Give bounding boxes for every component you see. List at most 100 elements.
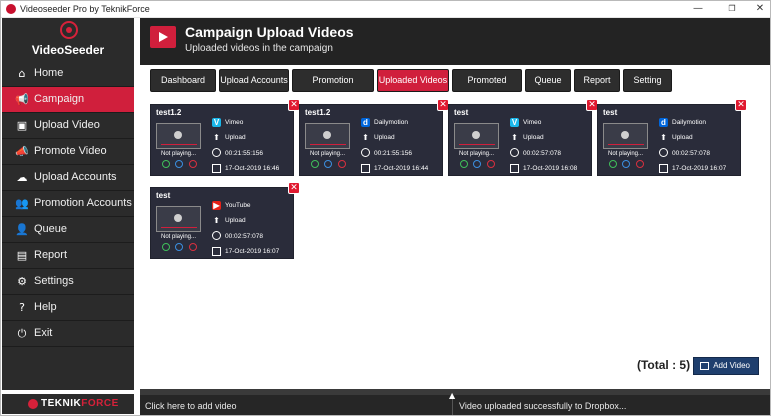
playback-status: Not playing... <box>160 234 197 240</box>
sidebar-item-promote-video[interactable]: 📣 Promote Video <box>2 139 134 165</box>
tab-queue[interactable]: Queue <box>525 69 571 92</box>
remove-video-button[interactable]: ✕ <box>288 182 300 194</box>
main-content: Dashboard Upload Accounts Promotion Accoun… <box>140 65 770 388</box>
calendar-icon <box>212 247 221 256</box>
status-bar: Click here to add video ▲ Video uploaded… <box>140 391 770 415</box>
clock-icon <box>212 148 221 157</box>
stop-icon[interactable] <box>189 160 197 168</box>
platform-icon: d <box>361 118 370 127</box>
info-icon[interactable] <box>622 160 630 168</box>
video-thumbnail[interactable] <box>454 123 499 149</box>
sidebar-item-upload-accounts[interactable]: ☁ Upload Accounts <box>2 165 134 191</box>
close-window-button[interactable]: ✕ <box>749 2 770 16</box>
home-icon: ⌂ <box>18 67 26 80</box>
video-thumbnail[interactable] <box>305 123 350 149</box>
sidebar-item-label: Exit <box>34 327 53 339</box>
play-icon[interactable] <box>460 160 468 168</box>
action-type: Upload <box>523 134 544 141</box>
brand-left: TEKNIK <box>41 398 82 409</box>
stop-icon[interactable] <box>189 243 197 251</box>
teknikforce-mark-icon <box>28 399 38 409</box>
video-campaign-icon <box>150 26 176 48</box>
upload-date: 17-Oct-2019 16:07 <box>672 165 727 172</box>
tab-uploaded-videos[interactable]: Uploaded Videos <box>377 69 449 92</box>
tab-setting[interactable]: Setting <box>623 69 672 92</box>
action-type: Upload <box>672 134 693 141</box>
video-card[interactable]: test1.2 Not playing... V Vimeo ⬆ Upload 00:21:… <box>150 104 294 176</box>
video-thumbnail[interactable] <box>603 123 648 149</box>
video-title: test <box>603 108 618 117</box>
info-icon[interactable] <box>324 160 332 168</box>
stop-icon[interactable] <box>338 160 346 168</box>
report-icon: ▤ <box>16 249 28 262</box>
upload-date: 17-Oct-2019 16:08 <box>523 165 578 172</box>
sidebar-item-report[interactable]: ▤ Report <box>2 243 134 269</box>
sidebar-item-settings[interactable]: ⚙ Settings <box>2 269 134 295</box>
video-card[interactable]: test Not playing... V Vimeo ⬆ Upload 00:02:57:… <box>448 104 592 176</box>
platform-name: Dailymotion <box>374 119 408 126</box>
calendar-icon <box>361 164 370 173</box>
sidebar-item-campaign[interactable]: 📢 Campaign <box>2 87 134 113</box>
title-bar: Videoseeder Pro by TeknikForce — ❐ ✕ <box>1 1 770 18</box>
video-thumbnail[interactable] <box>156 206 201 232</box>
sidebar-item-exit[interactable]: ⏻ Exit <box>2 321 134 347</box>
users-icon: 👥 <box>15 197 29 210</box>
platform-icon: V <box>212 118 221 127</box>
tab-upload-accounts[interactable]: Upload Accounts <box>219 69 289 92</box>
gear-icon: ⚙ <box>17 275 27 288</box>
video-duration: 00:02:57:078 <box>523 150 561 157</box>
help-icon: ? <box>19 301 25 314</box>
sidebar: VideoSeeder ⌂ Home 📢 Campaign ▣ Upload Video 📣… <box>2 18 134 414</box>
status-message: Video uploaded successfully to Dropbox..… <box>459 401 627 411</box>
sidebar-item-upload-video[interactable]: ▣ Upload Video <box>2 113 134 139</box>
upload-arrow-icon: ⬆ <box>213 133 220 142</box>
exit-icon: ⏻ <box>17 327 27 340</box>
add-video-icon <box>700 362 709 370</box>
status-add-video-link[interactable]: Click here to add video <box>145 401 237 411</box>
sidebar-item-help[interactable]: ? Help <box>2 295 134 321</box>
sidebar-item-label: Promotion Accounts <box>34 197 132 209</box>
video-card[interactable]: test1.2 Not playing... d Dailymotion ⬆ Upload… <box>299 104 443 176</box>
info-icon[interactable] <box>175 243 183 251</box>
app-icon <box>6 4 16 14</box>
calendar-icon <box>659 164 668 173</box>
minimize-button[interactable]: — <box>687 2 709 16</box>
tab-dashboard[interactable]: Dashboard <box>150 69 216 92</box>
video-title: test <box>454 108 469 117</box>
splitter-arrow-icon[interactable]: ▲ <box>449 391 455 400</box>
tab-report[interactable]: Report <box>574 69 620 92</box>
sidebar-item-home[interactable]: ⌂ Home <box>2 61 134 87</box>
platform-name: Vimeo <box>225 119 244 126</box>
platform-name: YouTube <box>225 202 251 209</box>
tab-promotion-accounts[interactable]: Promotion Accounts <box>292 69 374 106</box>
stop-icon[interactable] <box>636 160 644 168</box>
video-card[interactable]: test Not playing... ▶ YouTube ⬆ Upload 00:02:5… <box>150 187 294 259</box>
videoseeder-logo: VideoSeeder <box>2 18 134 60</box>
total-count: (Total : 5) <box>637 358 691 372</box>
playback-status: Not playing... <box>160 151 197 157</box>
maximize-button[interactable]: ❐ <box>721 2 743 16</box>
play-icon[interactable] <box>609 160 617 168</box>
page-subtitle: Uploaded videos in the campaign <box>185 43 333 54</box>
sidebar-item-promotion-accounts[interactable]: 👥 Promotion Accounts <box>2 191 134 217</box>
video-duration: 00:02:57:078 <box>672 150 710 157</box>
play-icon[interactable] <box>162 160 170 168</box>
info-icon[interactable] <box>473 160 481 168</box>
sidebar-item-queue[interactable]: 👤 Queue <box>2 217 134 243</box>
video-title: test1.2 <box>305 108 331 117</box>
sidebar-item-label: Help <box>34 301 57 313</box>
upload-date: 17-Oct-2019 16:44 <box>374 165 429 172</box>
tab-promoted-videos[interactable]: Promoted Videos <box>452 69 522 106</box>
page-title: Campaign Upload Videos <box>185 24 354 40</box>
remove-video-button[interactable]: ✕ <box>735 99 747 111</box>
platform-name: Dailymotion <box>672 119 706 126</box>
play-icon[interactable] <box>162 243 170 251</box>
video-card[interactable]: test Not playing... d Dailymotion ⬆ Upload 00:… <box>597 104 741 176</box>
add-video-button[interactable]: Add Video <box>693 357 759 375</box>
video-thumbnail[interactable] <box>156 123 201 149</box>
sidebar-item-label: Promote Video <box>34 145 107 157</box>
info-icon[interactable] <box>175 160 183 168</box>
upload-video-icon: ▣ <box>16 119 28 132</box>
play-icon[interactable] <box>311 160 319 168</box>
stop-icon[interactable] <box>487 160 495 168</box>
